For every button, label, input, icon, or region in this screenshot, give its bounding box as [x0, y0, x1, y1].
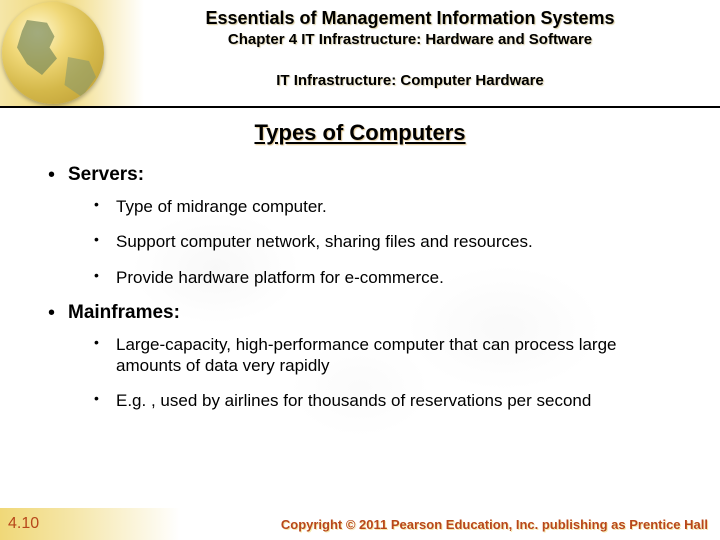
title-block: Essentials of Management Information Sys… — [110, 8, 710, 89]
slide-header: Essentials of Management Information Sys… — [0, 0, 720, 108]
bullet-heading: Mainframes: — [68, 302, 180, 323]
sub-list: Large-capacity, high-performance compute… — [68, 334, 680, 412]
list-item: Mainframes: Large-capacity, high-perform… — [68, 302, 680, 412]
slide-footer: 4.10 Copyright © 2011 Pearson Education,… — [0, 508, 720, 540]
bullet-heading: Servers: — [68, 164, 144, 185]
topic-title: Types of Computers — [40, 120, 680, 146]
list-item: E.g. , used by airlines for thousands of… — [116, 390, 680, 411]
slide-content: Types of Computers Servers: Type of midr… — [0, 108, 720, 508]
list-item: Servers: Type of midrange computer. Supp… — [68, 164, 680, 288]
slide-number: 4.10 — [8, 515, 39, 533]
list-item: Type of midrange computer. — [116, 196, 680, 217]
list-item: Provide hardware platform for e-commerce… — [116, 267, 680, 288]
list-item: Support computer network, sharing files … — [116, 231, 680, 252]
sub-list: Type of midrange computer. Support compu… — [68, 196, 680, 288]
copyright-text: Copyright © 2011 Pearson Education, Inc.… — [281, 517, 708, 532]
chapter-line: Chapter 4 IT Infrastructure: Hardware an… — [110, 31, 710, 48]
list-item: Large-capacity, high-performance compute… — [116, 334, 680, 377]
book-title: Essentials of Management Information Sys… — [110, 8, 710, 29]
globe-icon — [2, 2, 104, 104]
bullet-list: Servers: Type of midrange computer. Supp… — [40, 164, 680, 412]
section-line: IT Infrastructure: Computer Hardware — [110, 72, 710, 89]
